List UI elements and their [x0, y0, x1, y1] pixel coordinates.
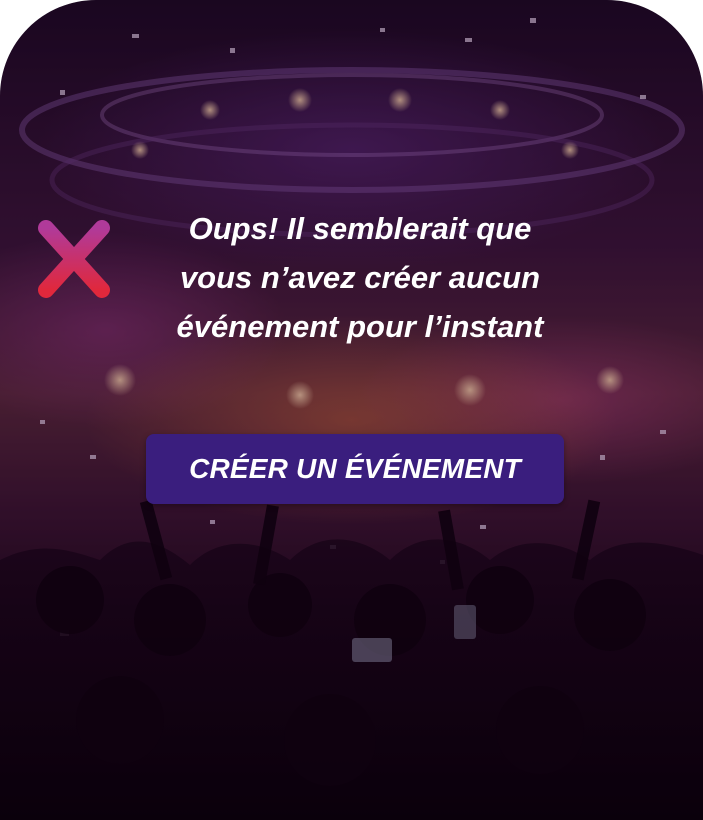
empty-state: Oups! Il semblerait que vous n’avez crée…	[30, 200, 590, 350]
create-event-button[interactable]: CRÉER UN ÉVÉNEMENT	[146, 434, 564, 504]
event-list-screen: Oups! Il semblerait que vous n’avez crée…	[0, 0, 703, 820]
background-overlay	[0, 0, 703, 820]
empty-state-message: Oups! Il semblerait que vous n’avez crée…	[130, 204, 590, 351]
empty-state-message-line: Oups! Il semblerait que	[188, 211, 532, 246]
empty-state-message-line: événement pour l’instant	[176, 309, 544, 344]
close-x-icon	[38, 220, 110, 298]
empty-state-message-line: vous n’avez créer aucun	[179, 260, 541, 295]
